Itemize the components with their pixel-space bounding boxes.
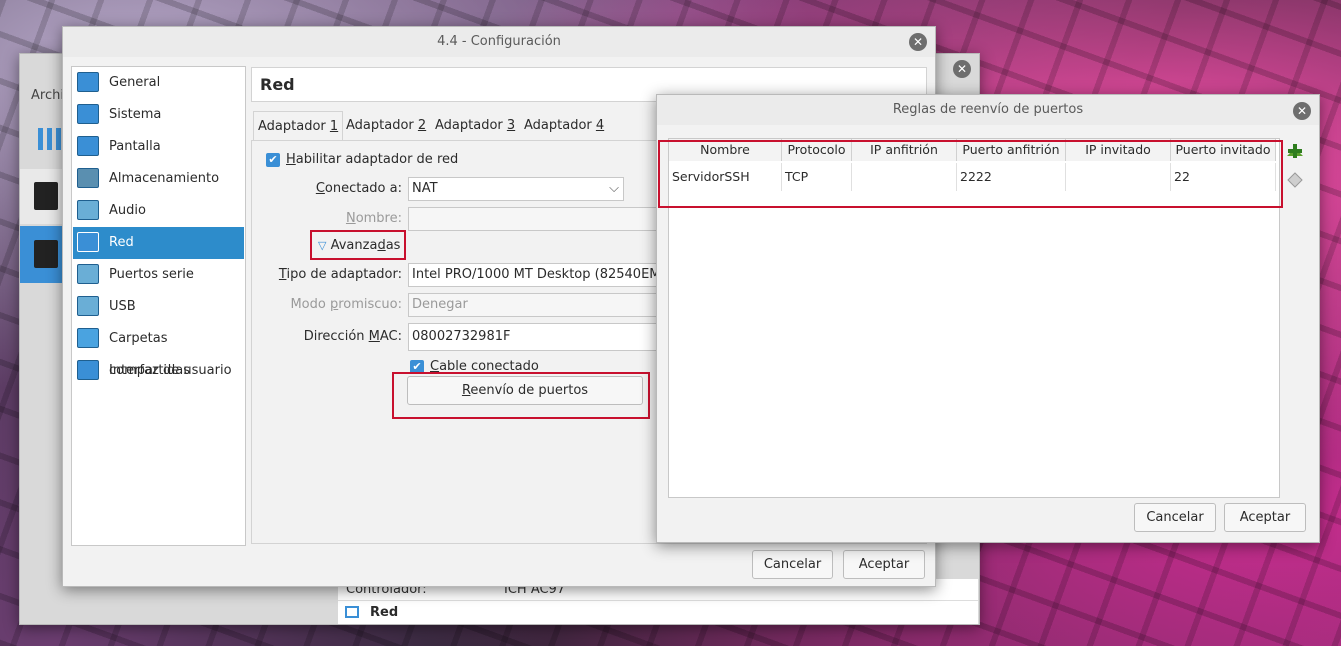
sidebar-item-red[interactable]: Red [73, 227, 244, 259]
serial-ports-icon [77, 264, 99, 284]
attached-to-label: Conectado a: [315, 181, 402, 196]
port-accept-button[interactable]: Aceptar [1224, 503, 1306, 532]
tab-adapter-2[interactable]: Adaptador 2 [342, 111, 430, 141]
highlight-port-forwarding [392, 372, 650, 419]
promiscuous-select[interactable]: Denegar [408, 293, 668, 317]
add-rule-icon[interactable] [1285, 142, 1305, 162]
enable-adapter-label[interactable]: Habilitar adaptador de red [286, 152, 458, 167]
network-icon [345, 606, 359, 618]
sidebar-item-almacenamiento[interactable]: Almacenamiento [73, 163, 244, 195]
display-icon [77, 136, 99, 156]
mac-label: Dirección MAC: [303, 329, 402, 344]
attached-to-select[interactable]: NAT ⌵ [408, 177, 624, 201]
audio-icon [77, 200, 99, 220]
config-titlebar[interactable]: 4.4 - Configuración [63, 27, 935, 57]
promiscuous-label: Modo promiscuo: [290, 297, 402, 312]
name-field[interactable] [408, 207, 668, 231]
network-icon [77, 232, 99, 252]
sidebar-item-audio[interactable]: Audio [73, 195, 244, 227]
details-section-red: Red [370, 605, 399, 620]
shared-folders-icon [77, 328, 99, 348]
sidebar-item-label: General [109, 75, 161, 90]
config-accept-button[interactable]: Aceptar [843, 550, 925, 579]
general-icon [77, 72, 99, 92]
sidebar-item-interfaz-de-usuario[interactable]: Interfaz de usuario [73, 355, 244, 387]
highlight-advanced [310, 230, 406, 260]
sidebar-item-label: Pantalla [109, 139, 161, 154]
system-icon [77, 104, 99, 124]
sidebar-item-label: Sistema [109, 107, 162, 122]
tab-adapter-1[interactable]: Adaptador 1 [253, 111, 344, 142]
adapter-type-select[interactable]: Intel PRO/1000 MT Desktop (82540EM) [408, 263, 668, 287]
user-interface-icon [77, 360, 99, 380]
sidebar-item-label: Interfaz de usuario [109, 363, 232, 378]
port-dialog-titlebar[interactable]: Reglas de reenvío de puertos [657, 95, 1319, 125]
name-label: Nombre: [345, 211, 402, 226]
sidebar-item-label: USB [109, 299, 136, 314]
port-dialog-close-icon[interactable]: ✕ [1293, 102, 1311, 120]
highlight-rules-table [658, 140, 1283, 208]
sidebar-item-puertos-serie[interactable]: Puertos serie [73, 259, 244, 291]
background-close-icon[interactable]: ✕ [953, 60, 971, 78]
vm-os-icon [34, 240, 58, 268]
mac-field[interactable]: 08002732981F [408, 323, 668, 351]
config-close-icon[interactable]: ✕ [909, 33, 927, 51]
tab-adapter-3[interactable]: Adaptador 3 [431, 111, 519, 141]
config-cancel-button[interactable]: Cancelar [752, 550, 833, 579]
usb-icon [77, 296, 99, 316]
section-title: Red [260, 75, 295, 94]
sidebar-item-pantalla[interactable]: Pantalla [73, 131, 244, 163]
storage-icon [77, 168, 99, 188]
remove-rule-icon[interactable] [1285, 170, 1305, 190]
port-cancel-button[interactable]: Cancelar [1134, 503, 1216, 532]
tab-adapter-4[interactable]: Adaptador 4 [520, 111, 608, 141]
background-menu-text[interactable]: Archi [31, 88, 64, 103]
chevron-down-icon: ⌵ [609, 181, 619, 196]
adapter-type-label: Tipo de adaptador: [278, 267, 402, 282]
settings-sidebar: General Sistema Pantalla Almacenamiento Audi… [71, 66, 246, 546]
vm-os-icon [34, 182, 58, 210]
details-divider [338, 600, 978, 601]
sidebar-item-carpetas-compartidas[interactable]: Carpetas compartidas [73, 323, 244, 378]
sidebar-item-label: Red [109, 235, 134, 250]
enable-adapter-checkbox[interactable]: ✔ [266, 153, 280, 167]
sidebar-item-label: Puertos serie [109, 267, 194, 282]
sidebar-item-label: Almacenamiento [109, 171, 220, 186]
sidebar-item-label: Audio [109, 203, 146, 218]
sidebar-item-usb[interactable]: USB [73, 291, 244, 323]
sidebar-item-sistema[interactable]: Sistema [73, 99, 244, 131]
sidebar-item-general[interactable]: General [73, 67, 244, 99]
background-toolbar-icon[interactable] [36, 124, 64, 154]
